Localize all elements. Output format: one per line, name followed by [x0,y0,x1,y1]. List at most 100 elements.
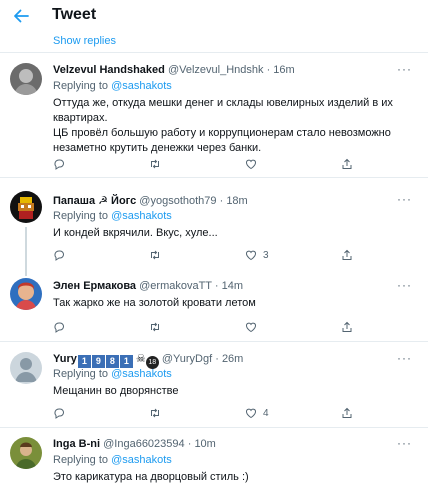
retweet-button[interactable] [149,248,161,262]
tweet-header: Папаша ☭ Йогс @yogsothoth79 · 18m [53,194,248,207]
timestamp[interactable]: · 18m [220,195,248,207]
thread-line [25,227,27,268]
share-button[interactable] [341,320,353,334]
back-arrow-icon[interactable] [13,8,29,24]
display-name[interactable]: Yury [53,353,77,365]
user-handle[interactable]: @Velzevul_Hndshk [168,64,264,76]
avatar[interactable] [10,437,42,469]
tweet-reply[interactable]: Элен Ермакова @ermakovaTT · 14m ··· Так … [0,268,428,338]
tweet-header: Inga B-ni @Inga66023594 · 10m [53,438,216,450]
tweet-text: Так жарко же на золотой кровати летом [53,296,398,311]
reply-icon [54,408,64,419]
mention-link[interactable]: @sashakots [111,210,172,222]
user-handle[interactable]: @ermakovaTT [139,280,212,292]
reply-button[interactable] [53,157,65,171]
more-options-icon[interactable]: ··· [397,351,412,365]
replying-to: Replying to @sashakots [53,454,172,466]
share-button[interactable] [341,406,353,420]
like-count: 3 [263,249,269,261]
more-options-icon[interactable]: ··· [397,62,412,76]
timestamp[interactable]: · 26m [215,353,243,365]
tweet-text: Оттуда же, откуда мешки денег и склады ю… [53,96,398,156]
share-icon [342,158,352,169]
more-options-icon[interactable]: ··· [397,278,412,292]
name-emoji-badge: 1 [77,355,91,368]
heart-icon [245,408,257,419]
share-button[interactable] [341,248,353,262]
reply-icon [54,322,64,333]
timestamp[interactable]: · 10m [188,438,216,450]
reply-button[interactable] [53,320,65,334]
tweet-actions: 4 [53,406,353,420]
show-replies-link[interactable]: Show replies [53,35,116,47]
tweet-actions [53,320,353,334]
retweet-icon [151,408,159,418]
retweet-button[interactable] [149,406,161,420]
reply-icon [54,250,64,261]
timestamp[interactable]: · 16m [267,64,295,76]
heart-icon [245,250,257,261]
tweet-text: Это карикатура на дворцовый стиль :) [53,470,398,485]
retweet-icon [151,250,159,260]
mention-link[interactable]: @sashakots [111,368,172,380]
retweet-button[interactable] [149,157,161,171]
avatar[interactable] [10,352,42,384]
replying-to: Replying to @sashakots [53,80,172,92]
tweet-text-paragraph: Так жарко же на золотой кровати летом [53,297,256,309]
user-handle[interactable]: @Inga66023594 [103,438,185,450]
page-title: Tweet [52,6,97,23]
more-options-icon[interactable]: ··· [397,436,412,450]
share-button[interactable] [341,157,353,171]
mention-link[interactable]: @sashakots [111,454,172,466]
tweet-reply[interactable]: Inga B-ni @Inga66023594 · 10m ··· Replyi… [0,428,428,491]
tweet-text: И кондей вкрячили. Вкус, хуле... [53,226,398,241]
replying-prefix: Replying to [53,80,112,92]
display-name[interactable]: Папаша ☭ Йогс [53,195,136,207]
avatar[interactable] [10,278,42,310]
name-emoji-badge: 9 [91,355,105,368]
skull-emoji: ☠ [135,353,146,365]
replying-prefix: Replying to [53,454,112,466]
tweet-text: Мещанин во дворянстве [53,384,398,399]
tweet-header: Yury 1 9 8 1 ☠ 18 @YuryDgf · 26m [53,352,243,369]
tweet-text-paragraph: Это карикатура на дворцовый стиль :) [53,471,249,483]
more-options-icon[interactable]: ··· [397,192,412,206]
tweet-reply[interactable]: Yury 1 9 8 1 ☠ 18 @YuryDgf · 26m ··· Replying… [0,342,428,427]
tweet-actions: 3 [53,248,353,262]
reply-button[interactable] [53,406,65,420]
avatar[interactable] [10,191,42,223]
tweet-reply[interactable]: Velzevul Handshaked @Velzevul_Hndshk · 1… [0,53,428,177]
mention-link[interactable]: @sashakots [111,80,172,92]
tweet-text-paragraph: И кондей вкрячили. Вкус, хуле... [53,227,218,239]
tweet-actions [53,157,353,171]
name-emoji-badge: 8 [105,355,119,368]
thread-line [25,268,27,276]
tweet-header: Элен Ермакова @ermakovaTT · 14m [53,280,243,292]
tweet-header: Velzevul Handshaked @Velzevul_Hndshk · 1… [53,64,295,76]
display-name[interactable]: Velzevul Handshaked [53,64,165,76]
user-handle[interactable]: @yogsothoth79 [139,195,216,207]
display-name[interactable]: Inga B-ni [53,438,100,450]
name-emoji-badge: 1 [119,355,133,368]
replying-to: Replying to @sashakots [53,368,172,380]
retweet-button[interactable] [149,320,161,334]
avatar[interactable] [10,63,42,95]
reply-button[interactable] [53,248,65,262]
like-button[interactable]: 4 [245,406,269,420]
tweet-text-paragraph: Мещанин во дворянстве [53,385,179,397]
share-icon [342,249,352,260]
retweet-icon [151,322,159,332]
reply-icon [54,159,64,170]
tweet-reply[interactable]: Папаша ☭ Йогс @yogsothoth79 · 18m ··· Re… [0,178,428,268]
share-icon [342,321,352,332]
share-icon [342,407,352,418]
like-count: 4 [263,407,269,419]
replying-to: Replying to @sashakots [53,210,172,222]
timestamp[interactable]: · 14m [215,280,243,292]
tweet-text-paragraph: Оттуда же, откуда мешки денег и склады ю… [53,97,393,124]
like-button[interactable] [245,157,257,171]
like-button[interactable]: 3 [245,248,269,262]
user-handle[interactable]: @YuryDgf [162,353,212,365]
like-button[interactable] [245,320,257,334]
display-name[interactable]: Элен Ермакова [53,280,136,292]
